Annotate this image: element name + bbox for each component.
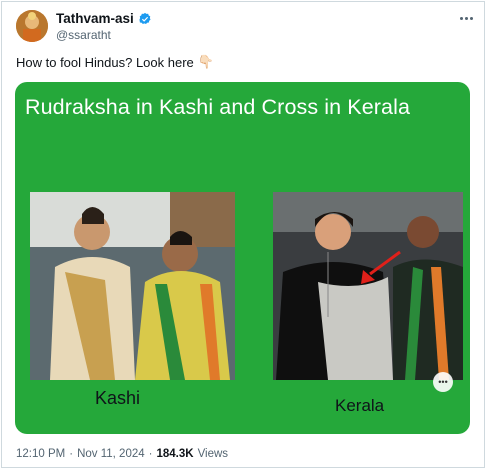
tweet-card: Tathvam-asi @ssaratht How to fool Hindus… [1, 1, 485, 468]
tweet-meta: 12:10 PM · Nov 11, 2024 · 184.3K Views [16, 448, 228, 460]
display-name[interactable]: Tathvam-asi [56, 11, 134, 26]
kashi-photo [30, 192, 235, 380]
avatar[interactable] [16, 10, 48, 42]
pointing-down-emoji: 👇🏻 [197, 54, 214, 69]
media-options-icon[interactable]: ••• [433, 372, 453, 392]
tweet-body: How to fool Hindus? Look here [16, 54, 194, 70]
tweet-date[interactable]: Nov 11, 2024 [77, 448, 145, 460]
verified-badge-icon [139, 12, 151, 24]
tweet-media[interactable]: Rudraksha in Kashi and Cross in Kerala K… [15, 82, 470, 434]
kerala-photo [273, 192, 463, 380]
tweet-time[interactable]: 12:10 PM [16, 448, 65, 460]
author-handle[interactable]: @ssaratht [56, 28, 152, 42]
more-options-icon[interactable] [456, 10, 476, 26]
meta-separator: · [69, 448, 74, 460]
views-count: 184.3K [156, 448, 194, 460]
tweet-header: Tathvam-asi @ssaratht [16, 10, 476, 44]
author-info: Tathvam-asi @ssaratht [56, 11, 152, 42]
kashi-caption: Kashi [95, 388, 141, 408]
tweet-text: How to fool Hindus? Look here 👇🏻 [16, 54, 214, 70]
meta-separator-2: · [148, 448, 153, 460]
media-title: Rudraksha in Kashi and Cross in Kerala [25, 95, 411, 119]
avatar-image [16, 10, 48, 42]
views-label: Views [197, 448, 229, 460]
kerala-caption: Kerala [335, 396, 385, 415]
